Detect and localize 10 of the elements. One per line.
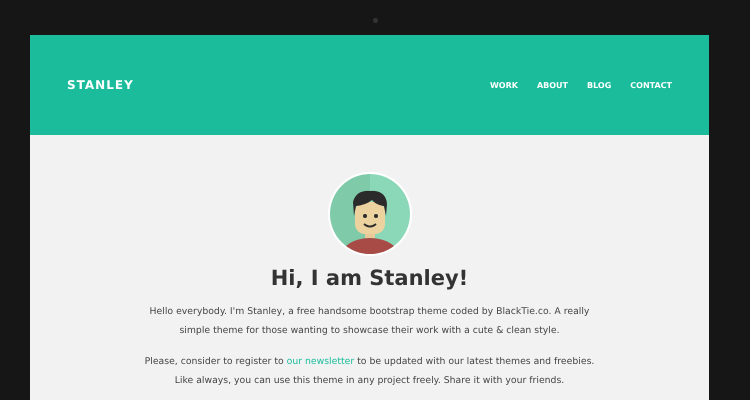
newsletter-link[interactable]: our newsletter [286,356,354,367]
newsletter-paragraph: Please, consider to register to our newsletter to be updated with our latest themes and freebies. Like always, you can use this theme in any project freely. Share it with your friends. [144,355,596,388]
site-logo[interactable]: STANLEY [67,78,134,92]
intro-paragraph: Hello everybody. I'm Stanley, a free handsome bootstrap theme coded by BlackTie.co. A really simple theme for those wanting to showcase their work with a cute & clean style. [148,305,590,338]
camera-dot [373,18,378,23]
nav-link[interactable]: BLOG [586,80,612,90]
page-heading: Hi, I am Stanley! [270,266,468,290]
nav-link[interactable]: ABOUT [536,80,568,90]
nav-link[interactable]: WORK [490,80,518,90]
nav-link[interactable]: CONTACT [630,80,672,90]
